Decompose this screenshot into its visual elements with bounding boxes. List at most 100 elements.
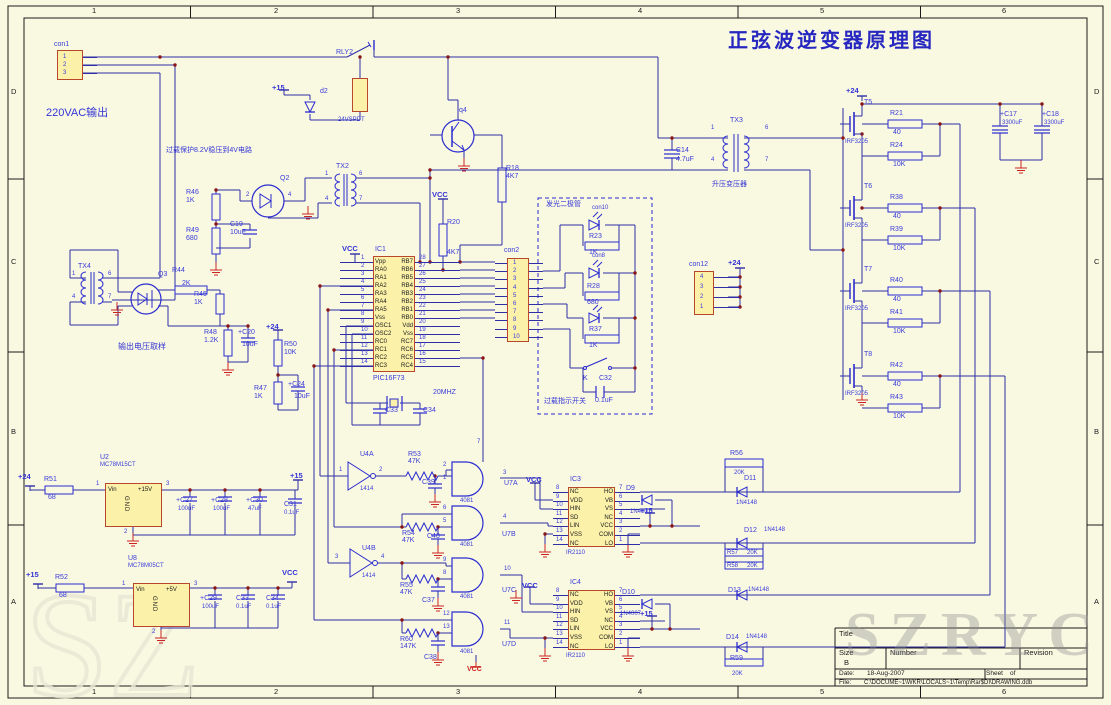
r60-val: 147K [400,643,416,650]
ic3-ir2110-pin-stub [615,526,640,527]
r48-ref: R48 [204,329,217,336]
ic1-pic16f73-pin-RA2: RA2 [375,283,387,289]
u8-vin: Vin [136,587,145,593]
zone-col-3-bot: 3 [456,688,460,696]
con8-ref: con8 [592,253,605,259]
connector-con2[interactable] [507,258,529,342]
u7b-part: 4081 [460,542,473,548]
u4a-ref: U4A [360,451,374,458]
q2-pin2: 2 [246,192,249,198]
schematic-canvas: SZ 正弦波逆变器原理图 SZRYC 123456123456DCBADCBAc… [0,0,1111,705]
rly-net-15: +15 [272,84,285,92]
r53-val: 47K [408,458,420,465]
ic1-pic16f73-pin-RB6: RB6 [395,267,413,273]
c28-ref: +C28 [211,497,228,504]
ic1-pic16f73-pin-stub [340,310,373,311]
net-vcc-bottom: VCC [467,666,482,673]
ic1-pic16f73-pin-stub [340,342,373,343]
r49-ref: R49 [186,227,199,234]
r28-ref: R28 [587,283,600,290]
ic1-pic16f73-pin-num-20: 20 [419,319,426,325]
d11-val: 1N4148 [736,500,757,506]
connector-con2-pin-stub [495,288,507,289]
ic4-ir2110-pin-num-1: 1 [619,640,622,646]
r41-val: 10K [893,328,905,335]
ic3-ir2110-pin-VS: VS [595,506,613,512]
tb-sheet-of: of [1010,671,1015,678]
r42-ref: R42 [890,362,903,369]
connector-con1-pin-stub [83,57,97,58]
ic1-pic16f73-pin-RA5: RA5 [375,307,387,313]
connector-con12-pin-4: 4 [700,274,703,280]
ic3-ir2110-pin-stub [553,509,568,510]
ic1-pic16f73-pin-RC2: RC2 [375,355,387,361]
sw-box-note: 过载指示开关 [544,398,586,405]
ic4-ir2110-pin-stub [615,647,640,648]
connector-con1-pin-stub [83,73,97,74]
d10-ref: D10 [622,589,635,596]
r56-ref: R56 [730,450,743,457]
zone-col-1-top: 1 [92,7,96,15]
r44-val: 2K [182,280,191,287]
r21-val: 40 [893,129,901,136]
ic3-ir2110-pin-num-3: 3 [619,519,622,525]
connector-con2-pin-stub [529,263,543,264]
c29-val: 100uF [202,604,219,610]
r59-val: 20K [732,671,743,677]
ic1-pic16f73-pin-num-22: 22 [419,303,426,309]
r59-ref: R59 [730,655,743,662]
r55-ref: R55 [400,582,413,589]
ic1-pic16f73-pin-RB3: RB3 [395,291,413,297]
t7-ref: T7 [864,266,872,273]
connector-con1[interactable] [57,50,83,80]
zone-col-2-bot: 2 [274,688,278,696]
c33b-ref: C33 [236,595,249,602]
led-box-note: 发光二极管 [546,201,581,208]
r51-val: 68 [48,494,56,501]
d9-ref: D9 [626,485,635,492]
q3-ref: Q3 [158,271,167,278]
ic4-ir2110-pin-LIN: LIN [570,626,579,632]
t5-ref: T5 [864,99,872,106]
ic3-ir2110-pin-LO: LO [595,541,613,547]
connector-con12-pin-stub [714,307,740,308]
ic1-pic16f73-pin-RC0: RC0 [375,339,387,345]
ic1-pic16f73-pin-num-13: 13 [361,351,368,357]
relay-coil[interactable] [352,78,368,112]
r50-val: 10K [284,349,296,356]
ic1-pic16f73-pin-num-17: 17 [419,343,426,349]
rly2-part: 24VSPDT [338,117,365,123]
d12-ref: D12 [744,527,757,534]
ic3-ref: IC3 [570,476,581,483]
u4b-in: 3 [335,554,338,560]
ic1-pic16f73-pin-OSC1: OSC1 [375,323,391,329]
u7d-out: 11 [504,620,510,626]
connector-con12-pin-2: 2 [700,294,703,300]
ic1-pic16f73-pin-RB2: RB2 [395,299,413,305]
connector-con2-pin-stub [529,279,543,280]
ic3-ir2110-pin-stub [615,492,640,493]
ic4-ir2110-pin-NC: NC [570,644,579,650]
d12-val: 1N4148 [764,527,785,533]
tx2-pin4: 4 [325,196,328,202]
connector-con12-pin-3: 3 [700,284,703,290]
zone-col-2-top: 2 [274,7,278,15]
ic3-ir2110-pin-LIN: LIN [570,523,579,529]
connector-con2-pin-stub [529,337,543,338]
c17-ref: +C17 [1000,111,1017,118]
connector-con2-pin-stub [529,304,543,305]
zone-col-5-bot: 5 [820,688,824,696]
zone-row-d-r: D [1094,88,1099,96]
ic4-ir2110-pin-COM: COM [595,635,613,641]
u7c-out: 10 [504,566,511,572]
ic4-ref: IC4 [570,579,581,586]
connector-con1-pin-1: 1 [63,54,66,60]
ic1-pic16f73-pin-RC4: RC4 [395,363,413,369]
ic1-pic16f73-pin-RB0: RB0 [395,315,413,321]
r38-ref: R38 [890,194,903,201]
r42-val: 40 [893,381,901,388]
c19-val: 10uF [230,229,246,236]
c20-val: 10uF [242,341,258,348]
connector-con12[interactable] [694,271,714,315]
u7a-out: 3 [503,470,506,476]
